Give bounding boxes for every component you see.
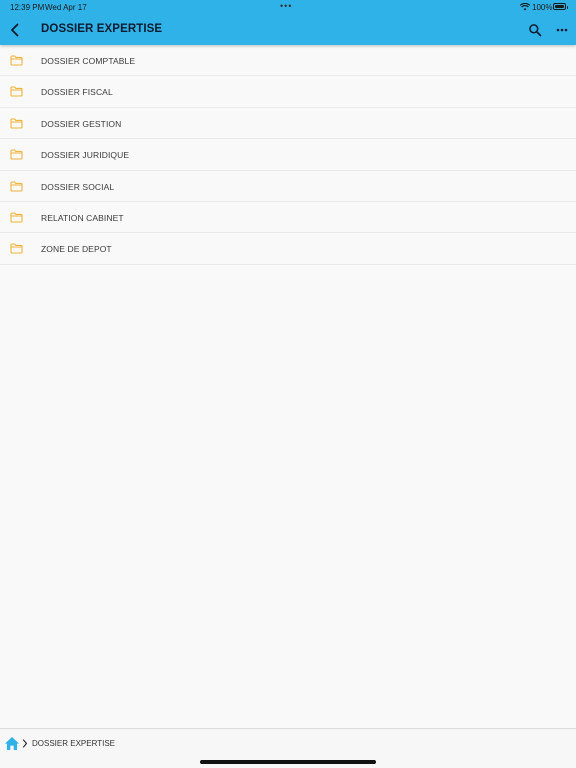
list-item[interactable]: RELATION CABINET — [0, 202, 576, 234]
chevron-left-icon — [10, 23, 18, 37]
home-indicator[interactable] — [200, 760, 376, 764]
status-time: 12:39 PM — [10, 3, 45, 12]
more-button[interactable] — [554, 23, 570, 37]
folder-icon — [10, 86, 23, 97]
folder-icon — [10, 118, 23, 129]
folder-label: ZONE DE DEPOT — [41, 244, 112, 255]
search-icon[interactable] — [528, 23, 542, 37]
folder-icon — [10, 149, 23, 160]
folder-icon — [10, 181, 23, 192]
breadcrumb-current[interactable]: DOSSIER EXPERTISE — [32, 739, 115, 748]
folder-label: RELATION CABINET — [41, 212, 124, 223]
more-horizontal-icon — [556, 28, 568, 32]
status-date: Wed Apr 17 — [45, 3, 87, 12]
status-bar: 12:39 PM Wed Apr 17 ••• 100% — [0, 0, 576, 14]
app-bar: 12:39 PM Wed Apr 17 ••• 100% DOSSIER EXP… — [0, 0, 576, 45]
wifi-icon — [520, 3, 530, 11]
folder-label: DOSSIER GESTION — [41, 118, 122, 129]
list-item[interactable]: ZONE DE DEPOT — [0, 233, 576, 265]
multitask-dots[interactable]: ••• — [280, 1, 292, 11]
folder-label: DOSSIER FISCAL — [41, 87, 113, 98]
folder-label: DOSSIER SOCIAL — [41, 181, 115, 192]
page-title: DOSSIER EXPERTISE — [41, 23, 163, 35]
folder-label: DOSSIER COMPTABLE — [41, 56, 136, 66]
folder-icon — [10, 243, 23, 254]
list-item[interactable]: DOSSIER COMPTABLE — [0, 45, 576, 77]
home-icon[interactable] — [4, 736, 20, 751]
folder-icon — [10, 212, 23, 223]
battery-percent: 100% — [532, 3, 553, 12]
folder-label: DOSSIER JURIDIQUE — [41, 150, 130, 161]
folder-list: DOSSIER COMPTABLE DOSSIER FISCAL DOSSIER… — [0, 45, 576, 265]
list-item[interactable]: DOSSIER JURIDIQUE — [0, 139, 576, 171]
list-item[interactable]: DOSSIER FISCAL — [0, 76, 576, 108]
chevron-right-icon — [22, 739, 28, 748]
battery-icon — [553, 3, 568, 10]
folder-icon — [10, 55, 23, 66]
list-item[interactable]: DOSSIER SOCIAL — [0, 171, 576, 202]
list-item[interactable]: DOSSIER GESTION — [0, 108, 576, 140]
back-button[interactable] — [6, 21, 22, 39]
